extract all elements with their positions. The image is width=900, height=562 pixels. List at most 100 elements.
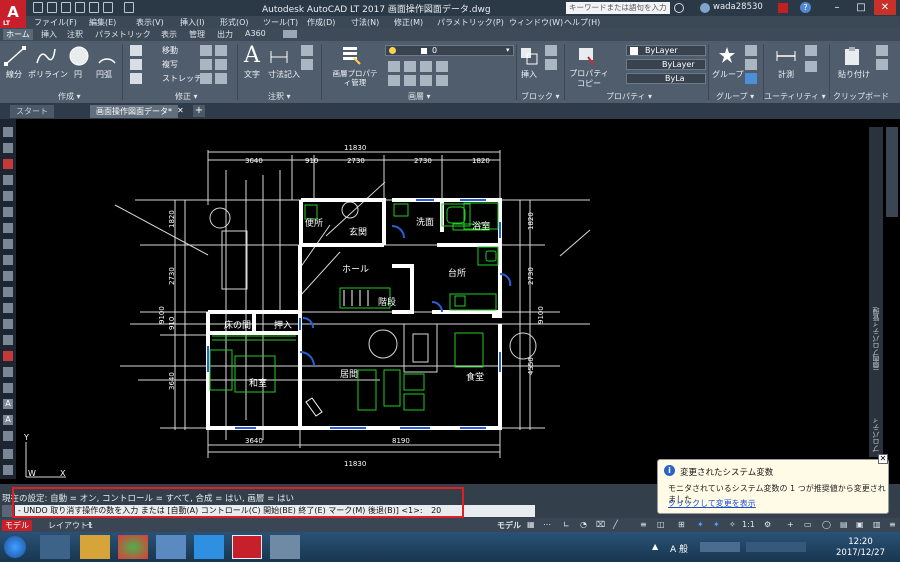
ortho-icon[interactable]: ∟ xyxy=(563,520,570,529)
hatch-tool-icon[interactable] xyxy=(3,351,13,361)
block-panel-title[interactable]: ブロック ▾ xyxy=(521,91,560,102)
polygon-tool-icon[interactable] xyxy=(3,175,13,185)
spline-tool-icon[interactable] xyxy=(3,255,13,265)
save-as-icon[interactable] xyxy=(75,2,85,13)
wrench-icon[interactable] xyxy=(3,449,13,459)
group-icon[interactable] xyxy=(716,45,738,67)
otrack-icon[interactable]: ╱ xyxy=(613,520,618,529)
annotation-scale-icon[interactable]: ✧ xyxy=(729,520,736,529)
isolate-icon[interactable]: ◯ xyxy=(822,520,831,529)
move-label[interactable]: 移動 xyxy=(162,45,178,56)
xline-tool-icon[interactable] xyxy=(3,143,13,153)
close-tab-icon[interactable]: ✕ xyxy=(177,106,184,115)
group-label[interactable]: グループ xyxy=(712,69,744,80)
match-properties-icon[interactable] xyxy=(576,45,598,67)
layer-unisolate-icon[interactable] xyxy=(436,75,448,86)
tab-manage[interactable]: 管理 xyxy=(186,29,208,40)
menu-file[interactable]: ファイル(F) xyxy=(34,17,77,28)
model-layout-tab[interactable]: モデル xyxy=(2,520,32,531)
tab-start[interactable]: スタート xyxy=(10,105,54,118)
redo-icon[interactable] xyxy=(124,2,134,13)
insert-block-icon[interactable] xyxy=(518,45,540,67)
erase-icon[interactable] xyxy=(215,45,227,56)
new-tab-icon[interactable]: + xyxy=(193,105,205,117)
make-block-tool-icon[interactable] xyxy=(3,319,13,329)
group-select-icon[interactable] xyxy=(745,73,757,84)
menu-help[interactable]: ヘルプ(H) xyxy=(564,17,600,28)
menu-window[interactable]: ウィンドウ(W) xyxy=(509,17,563,28)
selection-cycling-icon[interactable]: ⊞ xyxy=(678,520,685,529)
system-tray-icons[interactable] xyxy=(746,542,806,552)
edit-block-icon[interactable] xyxy=(545,59,557,70)
utilities-panel-title[interactable]: ユーティリティ ▾ xyxy=(764,91,826,102)
rectangle-tool-icon[interactable] xyxy=(3,191,13,201)
layer-match-icon[interactable] xyxy=(404,75,416,86)
transparency-icon[interactable]: ◫ xyxy=(657,520,665,529)
properties-palette-strip[interactable]: 画面プロパティ管理 プロパティ xyxy=(869,127,883,457)
circle-label[interactable]: 円 xyxy=(74,69,82,80)
user-icon[interactable] xyxy=(700,3,710,13)
tab-parametric[interactable]: パラメトリック xyxy=(92,29,154,40)
arc-icon[interactable] xyxy=(96,45,118,67)
paste-label[interactable]: 貼り付け xyxy=(838,69,870,80)
tab-insert[interactable]: 挿入 xyxy=(38,29,60,40)
layer-previous-icon[interactable] xyxy=(420,75,432,86)
tab-home[interactable]: ホーム xyxy=(3,29,33,40)
autocad-taskbar-icon[interactable] xyxy=(232,535,262,559)
layers-panel-title[interactable]: 画層 ▾ xyxy=(408,91,431,102)
menu-dimension[interactable]: 寸法(N) xyxy=(351,17,379,28)
match-properties-label[interactable]: プロパティコピー xyxy=(568,69,610,89)
text-tool-icon[interactable]: A xyxy=(3,415,13,425)
create-block-icon[interactable] xyxy=(545,45,557,56)
annotation-scale-value[interactable]: 1:1 xyxy=(742,520,755,529)
polyline-icon[interactable] xyxy=(35,45,57,67)
ime-toolbar-icon[interactable] xyxy=(700,542,740,552)
snap-icon[interactable]: ⋯ xyxy=(543,520,551,529)
scale-icon[interactable] xyxy=(200,73,212,84)
clipboard-panel-title[interactable]: クリップボード xyxy=(833,91,889,102)
tray-arrow-icon[interactable]: ▲ xyxy=(652,542,658,551)
close-notification-icon[interactable]: ✕ xyxy=(878,454,888,464)
thunderbird-icon[interactable] xyxy=(156,535,186,559)
app-store-icon[interactable] xyxy=(778,3,788,13)
mtext-tool-icon[interactable]: A xyxy=(3,399,13,409)
annotation-visibility-icon[interactable]: ✦ xyxy=(697,520,704,529)
array-icon[interactable] xyxy=(215,73,227,84)
layer-current-icon[interactable] xyxy=(388,75,400,86)
more-tabs-icon[interactable] xyxy=(283,30,297,38)
notification-icon[interactable]: ▣ xyxy=(856,520,864,529)
layer-properties-label[interactable]: 画層プロパティ管理 xyxy=(330,69,380,87)
group-edit-icon[interactable] xyxy=(745,59,757,70)
table-icon[interactable] xyxy=(301,59,313,70)
select-all-icon[interactable] xyxy=(805,61,817,72)
line-tool-icon[interactable] xyxy=(3,127,13,137)
ime-indicator[interactable]: A 般 xyxy=(670,542,688,555)
undo-icon[interactable] xyxy=(103,2,113,13)
add-tool-icon[interactable] xyxy=(3,465,13,475)
explorer-icon[interactable] xyxy=(80,535,110,559)
stretch-icon[interactable] xyxy=(130,73,142,84)
chrome-icon[interactable] xyxy=(118,535,148,559)
linetype-dropdown[interactable]: ByLayer xyxy=(626,59,706,70)
insert-label[interactable]: 挿入 xyxy=(521,69,537,80)
maximize-button[interactable]: □ xyxy=(850,0,872,15)
lineweight-icon[interactable]: ≡ xyxy=(640,520,647,529)
properties-panel-title[interactable]: プロパティ ▾ xyxy=(606,91,652,102)
menu-view[interactable]: 表示(V) xyxy=(136,17,164,28)
polyline-label[interactable]: ポリライン xyxy=(28,69,68,80)
help-icon[interactable]: ? xyxy=(800,2,811,13)
paint-icon[interactable] xyxy=(270,535,300,559)
print-icon[interactable] xyxy=(89,2,99,13)
trim-icon[interactable] xyxy=(200,45,212,56)
tab-drawing[interactable]: 画面操作図面データ* xyxy=(90,105,178,118)
copy-clip-icon[interactable] xyxy=(876,59,888,70)
layer-freeze-icon[interactable] xyxy=(420,61,432,72)
text-icon[interactable]: A xyxy=(244,43,260,68)
layer-properties-icon[interactable] xyxy=(340,44,362,66)
notification-link[interactable]: クリックして変更を表示 xyxy=(668,498,756,509)
mirror-icon[interactable] xyxy=(200,59,212,70)
hardware-accel-icon[interactable]: ▤ xyxy=(840,520,848,529)
copy-label[interactable]: 複写 xyxy=(162,59,178,70)
tab-view[interactable]: 表示 xyxy=(158,29,180,40)
ellipse-tool-icon[interactable] xyxy=(3,271,13,281)
